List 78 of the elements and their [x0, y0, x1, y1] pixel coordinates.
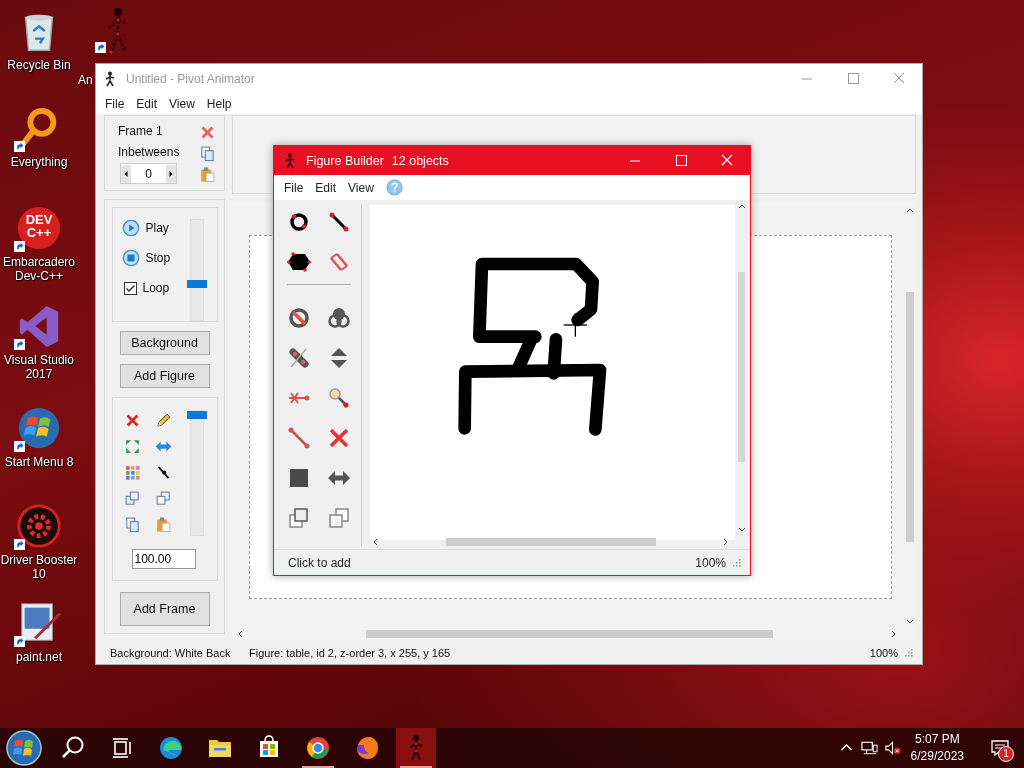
scale-field[interactable]: 100.00: [131, 549, 196, 569]
copy-icon[interactable]: [123, 516, 141, 533]
table-figure-drawing[interactable]: [458, 257, 607, 436]
window-title: Untitled - Pivot Animator: [126, 71, 255, 86]
crosshair-cursor-icon: [563, 312, 588, 338]
play-icon[interactable]: [121, 219, 140, 237]
magnifier-joint-icon[interactable]: [326, 386, 351, 410]
menu-item[interactable]: Help: [200, 96, 238, 111]
menu-item[interactable]: Edit: [130, 96, 164, 111]
desktop-icon-label[interactable]: Visual Studio 2017: [0, 353, 78, 381]
window-title: Figure Builder: [306, 153, 384, 168]
loop-label[interactable]: Loop: [142, 281, 170, 295]
slider-thumb[interactable]: [186, 411, 207, 419]
spin-left-button[interactable]: [121, 164, 131, 183]
hexagon-icon[interactable]: [286, 250, 311, 274]
desktop-icon-label[interactable]: paint.net: [15, 650, 62, 664]
bring-front-icon[interactable]: [286, 506, 311, 530]
desktop-icon-label[interactable]: Embarcadero Dev-C++: [0, 255, 78, 283]
stop-label[interactable]: Stop: [145, 251, 171, 265]
stop-icon[interactable]: [121, 249, 140, 267]
zoom-level: 100%: [695, 555, 726, 570]
send-back-icon[interactable]: [326, 506, 351, 530]
resize-grip-icon[interactable]: [904, 648, 914, 658]
slider-thumb[interactable]: [186, 279, 207, 288]
resize-grip-icon[interactable]: [732, 557, 742, 568]
frame-label: Frame 1: [118, 124, 164, 138]
overlapping-circles-icon[interactable]: [326, 306, 351, 330]
menu-item[interactable]: View: [342, 180, 380, 195]
notification-badge: 1: [998, 746, 1014, 762]
status-text: Click to add: [288, 555, 351, 570]
paste-icon[interactable]: [154, 516, 172, 533]
panel-button[interactable]: Background: [119, 331, 210, 355]
menu-item[interactable]: File: [99, 96, 131, 111]
stick-figure-icon: [284, 152, 296, 169]
logo-text: DEV: [25, 213, 53, 226]
object-count: 12 objects: [391, 153, 449, 168]
notification-icon[interactable]: [990, 738, 1010, 758]
muted-speaker-icon[interactable]: [883, 740, 901, 756]
inbetweens-label: Inbetweens: [118, 145, 180, 159]
gear-icon[interactable]: [16, 503, 62, 549]
clock-date[interactable]: 6/29/2023: [910, 748, 964, 765]
logo-icon[interactable]: [16, 205, 62, 251]
menu-item[interactable]: View: [163, 96, 201, 111]
paste-icon[interactable]: [199, 166, 216, 183]
ring-slash-icon[interactable]: [286, 306, 311, 330]
crossed-segment-icon[interactable]: [286, 346, 311, 370]
arrows-icon[interactable]: [123, 438, 141, 455]
logo-text: C++: [26, 226, 52, 239]
layers-icon[interactable]: [154, 490, 172, 507]
desktop-icon-label[interactable]: Recycle Bin: [7, 58, 71, 72]
spin-right-button[interactable]: [166, 164, 176, 183]
status-text: Figure: table, id 2, z-order 3, x 255, y 165: [249, 647, 451, 659]
stick-figure-icon: [104, 70, 116, 87]
status-text: Background: White Back: [110, 647, 232, 659]
desktop-icon-label[interactable]: Start Menu 8: [4, 455, 74, 469]
copy-icon[interactable]: [199, 145, 216, 162]
scale-slider[interactable]: [189, 410, 204, 536]
drawing-canvas[interactable]: [370, 205, 735, 540]
clock-time[interactable]: 5:07 PM: [914, 731, 960, 748]
speed-slider[interactable]: [189, 219, 204, 321]
play-label[interactable]: Play: [145, 221, 169, 235]
desktop-icon-label[interactable]: Everything: [10, 155, 68, 169]
desktop-icon-label[interactable]: Driver Booster 10: [0, 553, 78, 581]
loop-checkbox[interactable]: [123, 281, 137, 295]
layers-icon[interactable]: [123, 490, 141, 507]
delete-icon[interactable]: [199, 124, 216, 141]
menu-item[interactable]: File: [278, 180, 310, 195]
color-grid-icon[interactable]: [123, 464, 141, 481]
menu-item[interactable]: Edit: [309, 180, 343, 195]
pencil-icon[interactable]: [154, 412, 172, 429]
network-icon[interactable]: [860, 740, 878, 756]
start-orb-icon[interactable]: [4, 728, 44, 768]
desktop-icon-label[interactable]: An: [78, 73, 93, 87]
stick-figure-icon[interactable]: [396, 728, 436, 768]
orb-icon[interactable]: [16, 405, 62, 451]
panel-button[interactable]: Add Figure: [119, 364, 210, 388]
add-frame-button[interactable]: Add Frame: [119, 592, 210, 626]
zoom-level: 100%: [869, 647, 898, 659]
